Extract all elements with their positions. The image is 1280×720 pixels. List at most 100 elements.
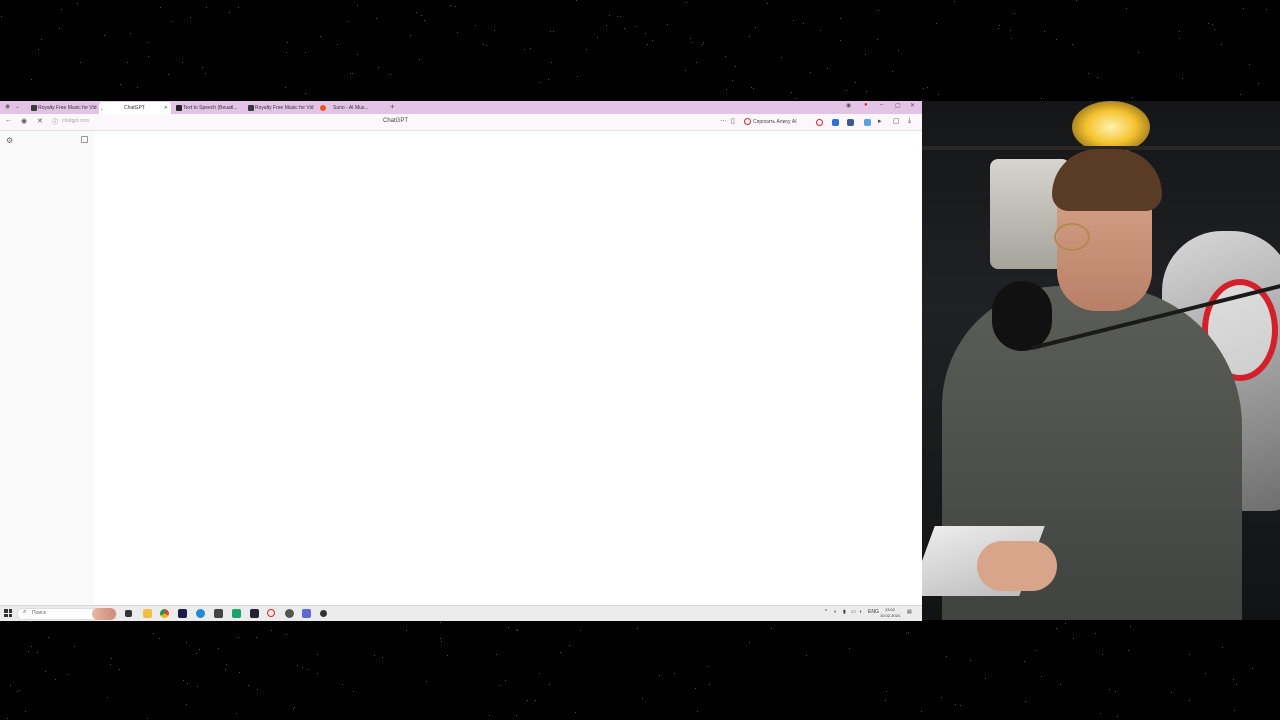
taskbar-search[interactable]: ⌕ Поиск	[17, 608, 117, 620]
tab-royalty-free-music-1[interactable]: Royalty Free Music for Vid	[29, 102, 97, 114]
download-icon[interactable]: ⤓	[908, 117, 911, 125]
star	[586, 48, 587, 50]
star	[936, 23, 938, 25]
tab-suno[interactable]: Suno - AI Mus...	[318, 102, 378, 114]
stop-loading-icon[interactable]: ✕	[37, 117, 43, 125]
star	[1055, 39, 1057, 41]
star	[305, 51, 306, 53]
opera-extension-icon[interactable]	[816, 119, 823, 126]
task-view-icon[interactable]	[125, 610, 132, 617]
yandex-icon[interactable]	[285, 609, 294, 618]
star	[199, 649, 201, 651]
tab-text-to-speech[interactable]: Text to Speech (Beuatl...	[174, 102, 242, 114]
onedrive-icon[interactable]: ◐	[834, 609, 837, 615]
bookmark-icon[interactable]: ▯	[731, 117, 735, 125]
tab-royalty-free-music-2[interactable]: Royalty Free Music for Vid	[246, 102, 314, 114]
star	[673, 672, 675, 674]
star	[44, 671, 46, 673]
star	[217, 648, 219, 650]
file-explorer-icon[interactable]	[143, 609, 152, 618]
new-tab-button[interactable]: +	[390, 102, 395, 111]
star	[353, 690, 355, 692]
star	[1214, 29, 1216, 31]
premiere-icon[interactable]	[178, 609, 187, 618]
star	[855, 81, 857, 83]
translate-extension-icon[interactable]	[832, 119, 839, 126]
network-icon[interactable]: ▭	[851, 609, 856, 615]
star	[926, 87, 928, 89]
star	[539, 82, 541, 84]
star	[439, 637, 441, 639]
star	[285, 52, 287, 54]
start-button[interactable]	[4, 609, 12, 617]
star	[357, 5, 359, 7]
star	[1170, 692, 1172, 694]
star	[1035, 649, 1037, 651]
star	[1041, 675, 1043, 677]
star	[426, 680, 428, 682]
star	[645, 32, 647, 34]
close-tab-icon[interactable]: ✕	[164, 102, 168, 114]
back-arrow-icon[interactable]: ←	[5, 117, 12, 124]
steam-icon[interactable]	[250, 609, 259, 618]
star	[1221, 44, 1223, 46]
star	[1248, 63, 1250, 65]
star	[1064, 623, 1066, 625]
star	[517, 630, 519, 632]
tab-label: Royalty Free Music for Vid	[38, 105, 97, 111]
url-field[interactable]: chatgpt.com	[62, 118, 89, 124]
maximize-button[interactable]: ▢	[895, 102, 901, 109]
app-icon[interactable]	[302, 609, 311, 618]
star	[1060, 683, 1062, 685]
notification-icon[interactable]: ●	[864, 102, 868, 108]
tray-overflow-icon[interactable]: ^	[825, 609, 827, 615]
settings-icon[interactable]	[320, 610, 327, 617]
notifications-icon[interactable]: ▤	[907, 609, 912, 615]
star	[416, 12, 418, 14]
star	[1071, 43, 1073, 45]
more-icon[interactable]: ⋯	[720, 117, 727, 125]
star	[77, 2, 79, 4]
system-clock[interactable]: 13:02 10.02.2024	[880, 607, 900, 619]
star	[686, 2, 688, 4]
collections-icon[interactable]: ▢	[893, 117, 900, 125]
tab-search-icon[interactable]: ◉	[5, 103, 10, 110]
chatgpt-logo-icon[interactable]: ⚙	[6, 136, 13, 145]
edge-icon[interactable]	[196, 609, 205, 618]
site-info-icon[interactable]: ⓘ	[52, 117, 58, 126]
star	[406, 629, 408, 631]
star	[548, 78, 550, 80]
chrome-icon[interactable]	[160, 609, 169, 618]
tab-list-icon[interactable]: ⌄	[15, 103, 20, 110]
close-window-button[interactable]: ✕	[910, 102, 915, 109]
star	[792, 20, 794, 22]
ask-alice-ai-button[interactable]: Спросить Алису AI	[744, 118, 797, 125]
star	[1243, 7, 1245, 9]
microphone-icon[interactable]: ▮	[843, 609, 846, 615]
app-icon[interactable]	[232, 609, 241, 618]
calculator-icon[interactable]	[214, 609, 223, 618]
star	[31, 646, 33, 648]
webcam-overlay	[922, 101, 1280, 620]
cloud-extension-icon[interactable]	[864, 119, 871, 126]
tab-chatgpt[interactable]: ◜ ChatGPT ✕	[99, 102, 171, 114]
minimize-button[interactable]: –	[880, 102, 883, 108]
star	[941, 697, 943, 699]
star	[201, 67, 203, 69]
volume-icon[interactable]: ◖	[859, 609, 862, 615]
star	[898, 49, 900, 51]
star	[726, 89, 728, 91]
star	[998, 25, 1000, 27]
star	[866, 90, 868, 92]
forward-icon[interactable]: ◉	[21, 117, 27, 125]
extension-icon[interactable]	[847, 119, 854, 126]
star	[576, 75, 578, 77]
star	[908, 631, 910, 633]
new-chat-icon[interactable]	[81, 136, 88, 143]
star	[376, 18, 378, 20]
opera-icon[interactable]	[267, 609, 275, 617]
star	[1128, 650, 1130, 652]
language-indicator[interactable]: ENG	[868, 609, 879, 615]
media-icon[interactable]: ▸	[878, 117, 882, 125]
tab-bar-menu-icon[interactable]: ◉	[846, 102, 851, 109]
